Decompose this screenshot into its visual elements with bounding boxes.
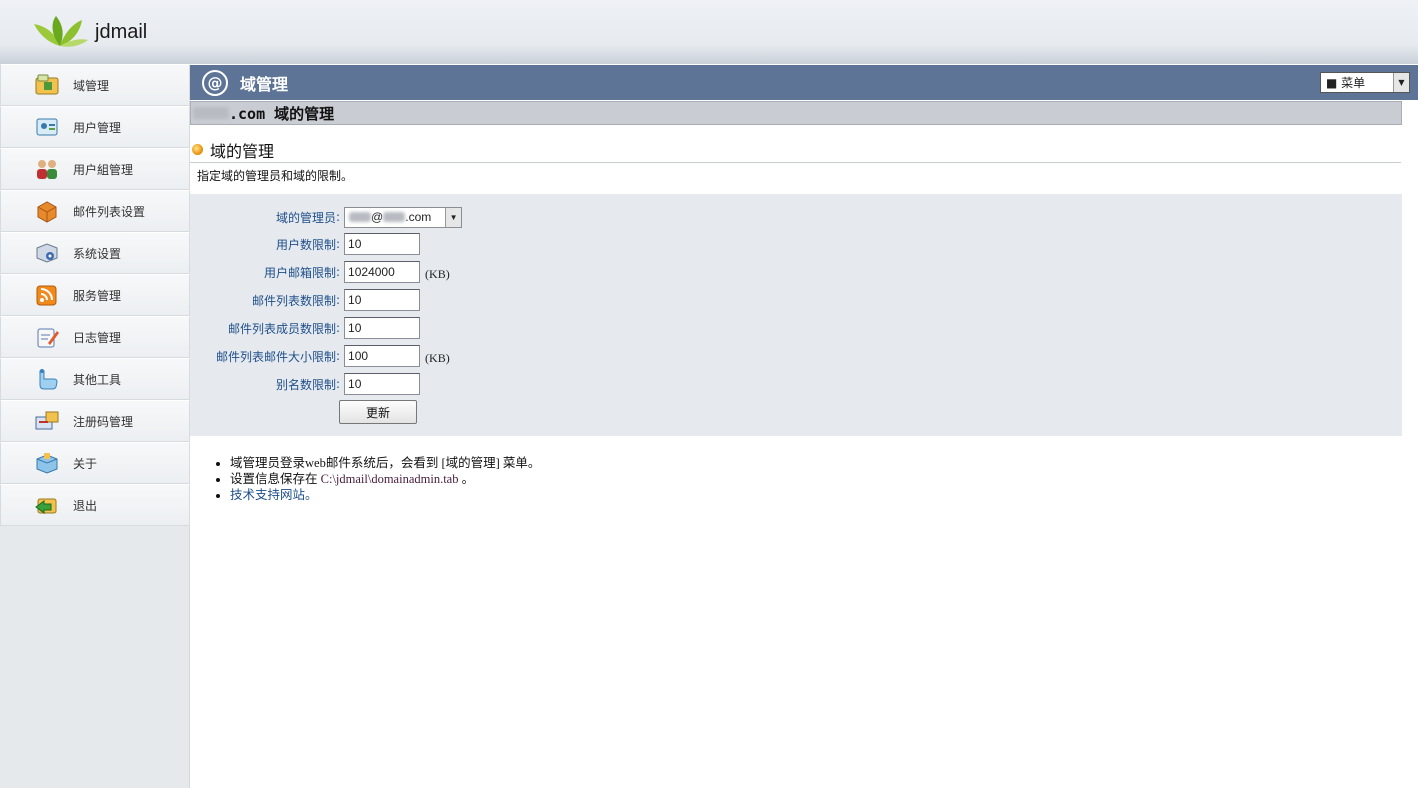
alias-limit-label: 别名数限制 <box>275 377 336 392</box>
note-text: 设置信息保存在 <box>230 472 318 486</box>
sidebar-item-system-settings[interactable]: 系统设置 <box>0 232 190 274</box>
sidebar-item-label: 域管理 <box>73 78 110 93</box>
sidebar-item-logout[interactable]: 退出 <box>0 484 190 526</box>
support-site-link[interactable]: 技术支持网站。 <box>230 488 318 502</box>
form-row-user-limit: 用户数限制 : 10 <box>190 232 790 256</box>
domain-folder-icon <box>35 74 59 95</box>
user-limit-input[interactable]: 10 <box>344 233 421 255</box>
orange-bullet-icon <box>192 144 203 155</box>
label-colon: : <box>336 210 341 224</box>
list-limit-input[interactable]: 10 <box>344 289 421 311</box>
list-member-limit-input[interactable]: 10 <box>344 317 421 339</box>
chevron-down-icon: ▼ <box>1393 73 1409 92</box>
config-path: C:\jdmail\domainadmin.tab <box>320 472 459 486</box>
note-text: 菜单。 <box>502 456 541 470</box>
list-member-limit-label: 邮件列表成员数限制 <box>227 321 336 336</box>
mailbox-limit-label: 用户邮箱限制 <box>263 265 336 280</box>
sidebar-item-label: 日志管理 <box>73 330 122 345</box>
redacted-domain <box>383 212 406 222</box>
sidebar-item-label: 邮件列表设置 <box>73 204 146 219</box>
section-description: 指定域的管理员和域的限制。 <box>197 169 354 183</box>
mailbox-limit-input[interactable]: 1024000 <box>344 261 421 283</box>
sidebar-item-users[interactable]: 用户管理 <box>0 106 190 148</box>
sidebar-item-label: 注册码管理 <box>73 414 134 429</box>
list-item: 技术支持网站。 <box>230 487 540 503</box>
form-row-mailbox-limit: 用户邮箱限制 : 1024000 (KB) <box>190 260 790 284</box>
label-colon: : <box>336 377 341 391</box>
user-limit-label: 用户数限制 <box>275 237 336 252</box>
rss-service-icon <box>36 285 57 306</box>
list-limit-label: 邮件列表数限制 <box>251 293 336 308</box>
redacted-user <box>349 212 372 222</box>
sidebar-item-label: 关于 <box>73 456 98 471</box>
admin-label: 域的管理员 <box>275 210 336 225</box>
domain-header-bar: .com 域的管理 <box>190 101 1402 125</box>
sidebar-item-logs[interactable]: 日志管理 <box>0 316 190 358</box>
domain-settings-form: 域的管理员 : @ .com ▼ 用户数限制 : 10 用户邮箱限制 : 102… <box>190 194 1402 436</box>
note-text: 。 <box>461 472 475 486</box>
admin-suffix: .com <box>405 210 432 224</box>
mail-list-box-icon <box>37 201 57 223</box>
app-header: jdmail <box>0 0 1418 64</box>
chevron-down-icon: ▼ <box>445 207 462 227</box>
sidebar-item-license[interactable]: 注册码管理 <box>0 400 190 442</box>
sidebar-item-other-tools[interactable]: 其他工具 <box>0 358 190 400</box>
unit-kb: (KB) <box>425 266 450 281</box>
label-colon: : <box>336 265 341 279</box>
tools-hand-icon <box>39 369 58 390</box>
sidebar-item-domain[interactable]: 域管理 <box>0 64 190 106</box>
sidebar-item-label: 退出 <box>73 498 98 513</box>
sidebar: 域管理 用户管理 用户組管理 邮件列表设置 系统设置 服务管理 日志管理 其他工… <box>0 64 190 788</box>
label-colon: : <box>336 349 341 363</box>
label-colon: : <box>336 321 341 335</box>
domain-header-text: .com 域的管理 <box>229 104 335 123</box>
list-mail-size-limit-input[interactable]: 100 <box>344 345 421 367</box>
admin-select[interactable]: @ .com ▼ <box>344 206 463 228</box>
logout-arrow-icon <box>35 498 57 514</box>
section-title: 域的管理 <box>210 141 275 161</box>
form-row-admin: 域的管理员 : @ .com ▼ <box>190 205 790 229</box>
alias-limit-input[interactable]: 10 <box>344 373 421 395</box>
sidebar-item-mail-lists[interactable]: 邮件列表设置 <box>0 190 190 232</box>
sidebar-item-label: 服务管理 <box>73 288 122 303</box>
sidebar-item-user-groups[interactable]: 用户組管理 <box>0 148 190 190</box>
note-text: 域管理员登录web邮件系统后，会看到 <box>230 456 439 470</box>
note-text: [域的管理] <box>441 456 500 470</box>
menu-dropdown[interactable]: ■ 菜单 ▼ <box>1320 72 1410 93</box>
label-colon: : <box>336 293 341 307</box>
sidebar-item-label: 用户組管理 <box>73 162 134 177</box>
form-row-alias-limit: 别名数限制 : 10 <box>190 372 790 396</box>
section-header: 域的管理 <box>190 137 1401 163</box>
user-card-icon <box>36 118 58 136</box>
page-title: 域管理 <box>240 74 289 94</box>
about-box-icon <box>36 453 58 474</box>
sidebar-item-label: 用户管理 <box>73 120 122 135</box>
unit-kb: (KB) <box>425 350 450 365</box>
brand-name: jdmail <box>95 21 148 43</box>
system-settings-icon <box>36 243 58 263</box>
log-notepad-icon <box>37 328 59 348</box>
help-notes: 域管理员登录web邮件系统后，会看到 [域的管理] 菜单。 设置信息保存在 C:… <box>214 455 540 503</box>
page-titlebar: @ 域管理 ■ 菜单 ▼ <box>190 65 1418 100</box>
update-button[interactable]: 更新 <box>339 400 417 424</box>
sidebar-item-label: 系统设置 <box>73 246 122 261</box>
form-row-list-member-limit: 邮件列表成员数限制 : 10 <box>190 316 790 340</box>
sidebar-item-about[interactable]: 关于 <box>0 442 190 484</box>
menu-dropdown-value: ■ 菜单 <box>1326 76 1366 90</box>
sidebar-item-label: 其他工具 <box>73 372 122 387</box>
label-colon: : <box>336 237 341 251</box>
list-item: 域管理员登录web邮件系统后，会看到 [域的管理] 菜单。 <box>230 455 540 471</box>
list-mail-size-limit-label: 邮件列表邮件大小限制 <box>215 349 336 364</box>
redacted-domain <box>193 107 229 119</box>
form-row-list-mail-size-limit: 邮件列表邮件大小限制 : 100 (KB) <box>190 344 790 368</box>
admin-at: @ <box>371 210 384 224</box>
license-key-icon <box>35 411 59 430</box>
at-sign-icon: @ <box>202 69 228 96</box>
user-group-icon <box>37 160 57 179</box>
leaf-logo-icon <box>34 16 88 47</box>
sidebar-item-services[interactable]: 服务管理 <box>0 274 190 316</box>
form-row-list-limit: 邮件列表数限制 : 10 <box>190 288 790 312</box>
list-item: 设置信息保存在 C:\jdmail\domainadmin.tab 。 <box>230 471 540 487</box>
